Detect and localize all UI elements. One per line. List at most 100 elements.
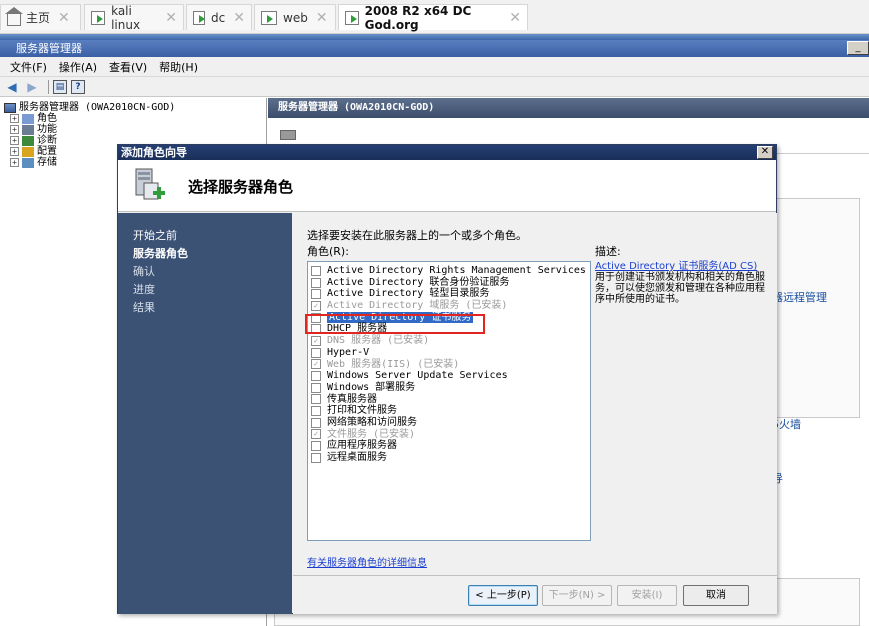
role-item: ✓ 文件服务 (已安装) xyxy=(308,429,590,441)
tab-label: dc xyxy=(211,10,226,25)
role-checkbox[interactable] xyxy=(311,382,321,393)
role-label: DNS 服务器 (已安装) xyxy=(327,335,430,347)
role-checkbox[interactable] xyxy=(311,394,321,405)
description-text: 用于创建证书颁发机构和相关的角色服务，可以使您颁发和管理在各种应用程序中所使用的… xyxy=(595,272,765,305)
close-button[interactable]: ✕ xyxy=(757,146,773,159)
role-item[interactable]: 传真服务器 xyxy=(308,394,590,406)
role-item[interactable]: Windows 部署服务 xyxy=(308,382,590,394)
show-hide-tree-icon[interactable]: ▤ xyxy=(53,79,67,94)
menu-help[interactable]: 帮助(H) xyxy=(159,59,198,75)
menu-view[interactable]: 查看(V) xyxy=(109,59,147,75)
step-server-roles[interactable]: 服务器角色 xyxy=(118,245,292,263)
red-highlight-annotation xyxy=(305,314,485,334)
remote-management-link[interactable]: 器远程管理 xyxy=(772,289,827,305)
role-item[interactable]: Hyper-V xyxy=(308,347,590,359)
close-icon[interactable]: ✕ xyxy=(165,10,177,26)
role-item[interactable]: 打印和文件服务 xyxy=(308,405,590,417)
tab-label: 2008 R2 x64 DC God.org xyxy=(364,3,472,32)
tab-kali-linux[interactable]: kali linux ✕ xyxy=(84,3,184,32)
add-role-icon xyxy=(135,168,165,200)
forward-arrow-icon[interactable]: ▶ xyxy=(24,79,40,95)
role-checkbox[interactable] xyxy=(311,441,321,452)
description-link[interactable]: Active Directory 证书服务(AD CS) xyxy=(595,261,757,272)
role-item[interactable]: Active Directory Rights Management Servi… xyxy=(308,265,590,277)
server-manager-icon xyxy=(4,102,16,113)
roles-list[interactable]: Active Directory Rights Management Servi… xyxy=(305,261,591,541)
tab-home[interactable]: 主页 ✕ xyxy=(0,4,81,30)
role-label: 打印和文件服务 xyxy=(327,405,397,417)
tab-label: kali linux xyxy=(111,3,141,32)
tree-item-label: 角色 xyxy=(37,113,57,124)
close-icon[interactable]: ✕ xyxy=(58,10,70,26)
role-checkbox[interactable] xyxy=(311,452,321,463)
tree-root[interactable]: 服务器管理器 (OWA2010CN-GOD) xyxy=(4,102,262,113)
vm-icon xyxy=(345,10,359,25)
close-icon[interactable]: ✕ xyxy=(316,10,328,26)
more-info-link[interactable]: 有关服务器角色的详细信息 xyxy=(307,554,427,569)
step-progress: 进度 xyxy=(133,283,155,296)
role-item[interactable]: 远程桌面服务 xyxy=(308,452,590,464)
expand-icon[interactable]: + xyxy=(10,147,19,156)
role-label: Windows Server Update Services xyxy=(327,370,508,382)
role-checkbox[interactable] xyxy=(311,289,321,300)
step-results: 结果 xyxy=(133,301,155,314)
tab-dc[interactable]: dc ✕ xyxy=(186,4,252,30)
role-checkbox-checked-disabled: ✓ xyxy=(311,429,321,440)
description-label: 描述: xyxy=(595,245,621,258)
add-roles-wizard: 添加角色向导 ✕ 选择服务器角色 开始之前 服务器角色 确认 进度 结果 选择要… xyxy=(117,144,777,614)
diagnostics-icon xyxy=(22,135,34,146)
window-title-bar: 服务器管理器 _ xyxy=(0,40,869,57)
role-checkbox[interactable] xyxy=(311,277,321,288)
expand-icon[interactable]: + xyxy=(10,125,19,134)
role-label: Hyper-V xyxy=(327,346,370,358)
tree-item-roles[interactable]: + 角色 xyxy=(4,113,262,124)
role-checkbox[interactable] xyxy=(311,265,321,276)
role-label: Active Directory 联合身份验证服务 xyxy=(327,276,510,288)
role-checkbox[interactable] xyxy=(311,371,321,382)
home-icon xyxy=(5,6,23,26)
role-label: Web 服务器(IIS) (已安装) xyxy=(327,358,460,370)
role-checkbox-checked-disabled: ✓ xyxy=(311,359,321,370)
role-checkbox[interactable] xyxy=(311,406,321,417)
tab-2008-dc[interactable]: 2008 R2 x64 DC God.org ✕ xyxy=(338,3,528,32)
close-icon[interactable]: ✕ xyxy=(233,10,245,26)
role-label: 传真服务器 xyxy=(327,393,377,405)
role-label: Active Directory 域服务 (已安装) xyxy=(327,300,508,312)
back-button[interactable]: < 上一步(P) xyxy=(468,585,538,606)
tree-item-label: 存储 xyxy=(37,157,57,168)
expand-icon[interactable]: + xyxy=(10,114,19,123)
wizard-button-row: < 上一步(P) 下一步(N) > 安装(I) 取消 xyxy=(293,575,777,613)
role-checkbox[interactable] xyxy=(311,417,321,428)
menu-file[interactable]: 文件(F) xyxy=(10,59,47,75)
vm-icon xyxy=(193,10,206,25)
tree-item-label: 功能 xyxy=(37,124,57,135)
server-icon xyxy=(280,130,296,140)
role-item: ✓ DNS 服务器 (已安装) xyxy=(308,335,590,347)
storage-icon xyxy=(22,157,34,168)
toolbar: ◀ ▶ ▤ ? xyxy=(0,77,869,97)
role-checkbox[interactable] xyxy=(311,347,321,358)
role-item[interactable]: Active Directory 轻型目录服务 xyxy=(308,288,590,300)
tab-web[interactable]: web ✕ xyxy=(254,4,336,30)
role-label: Active Directory 轻型目录服务 xyxy=(327,288,490,300)
close-icon[interactable]: ✕ xyxy=(509,10,521,26)
expand-icon[interactable]: + xyxy=(10,158,19,167)
back-arrow-icon[interactable]: ◀ xyxy=(4,79,20,95)
step-before-you-begin[interactable]: 开始之前 xyxy=(118,227,292,245)
cancel-button[interactable]: 取消 xyxy=(683,585,749,606)
tab-label: 主页 xyxy=(26,11,51,25)
wizard-steps-nav: 开始之前 服务器角色 确认 进度 结果 xyxy=(118,213,292,614)
tree-item-features[interactable]: + 功能 xyxy=(4,124,262,135)
wizard-header: 选择服务器角色 xyxy=(118,160,776,212)
role-item[interactable]: Windows Server Update Services xyxy=(308,370,590,382)
role-label: 文件服务 (已安装) xyxy=(327,428,416,440)
role-item[interactable]: 应用程序服务器 xyxy=(308,440,590,452)
help-icon[interactable]: ? xyxy=(71,79,85,94)
minimize-button[interactable]: _ xyxy=(847,41,869,55)
role-label: Windows 部署服务 xyxy=(327,381,416,393)
menu-action[interactable]: 操作(A) xyxy=(59,59,97,75)
role-label: 远程桌面服务 xyxy=(327,452,387,463)
expand-icon[interactable]: + xyxy=(10,136,19,145)
role-item[interactable]: Active Directory 联合身份验证服务 xyxy=(308,277,590,289)
role-item[interactable]: 网络策略和访问服务 xyxy=(308,417,590,429)
